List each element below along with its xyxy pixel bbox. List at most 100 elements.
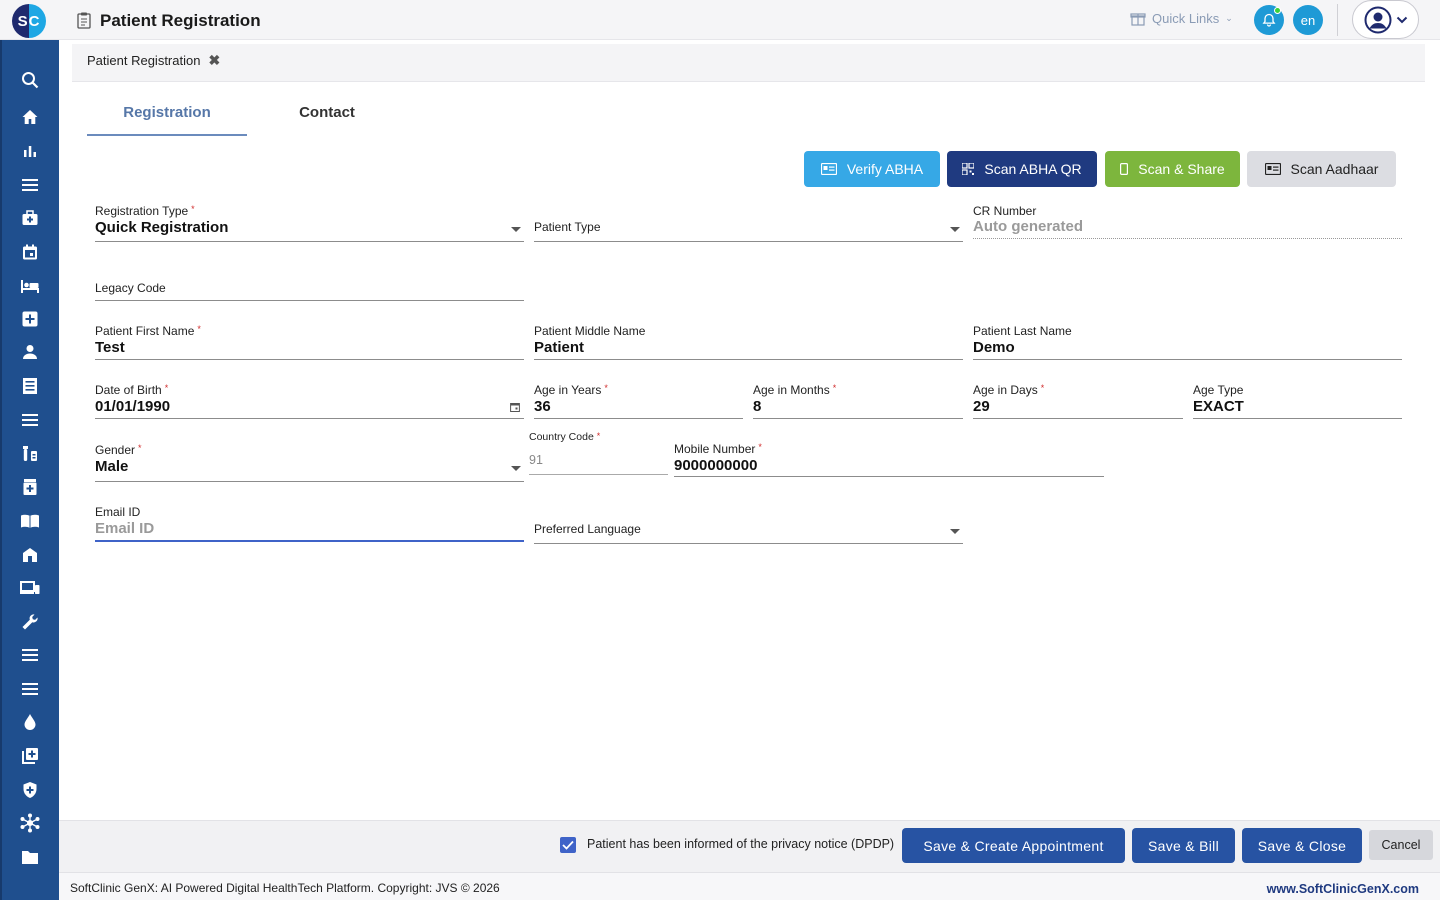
age-years-label: Age in Years bbox=[534, 383, 602, 397]
email-label: Email ID bbox=[95, 505, 141, 519]
mobile-number-label: Mobile Number bbox=[674, 442, 756, 456]
age-type-value: EXACT bbox=[1193, 398, 1244, 415]
cancel-button[interactable]: Cancel bbox=[1369, 830, 1433, 860]
gender-label: Gender bbox=[95, 443, 136, 457]
last-name-input[interactable]: Patient Last Name Demo bbox=[973, 323, 1402, 360]
cr-number-field: CR Number Auto generated bbox=[973, 203, 1402, 239]
app-header: SC Patient Registration Quick Links ⌄ en bbox=[0, 0, 1440, 40]
qr-code-icon bbox=[962, 163, 975, 175]
save-bill-button[interactable]: Save & Bill bbox=[1132, 828, 1235, 863]
id-card-icon bbox=[820, 163, 837, 175]
folder-icon[interactable] bbox=[20, 847, 40, 867]
menu-list-icon[interactable] bbox=[20, 175, 40, 195]
patient-type-label: Patient Type bbox=[534, 220, 601, 234]
menu-list-icon[interactable] bbox=[20, 410, 40, 430]
scan-share-button[interactable]: Scan & Share bbox=[1105, 151, 1240, 187]
home-icon[interactable] bbox=[20, 107, 40, 127]
registration-type-value: Quick Registration bbox=[95, 219, 229, 236]
devices-icon[interactable] bbox=[20, 578, 40, 598]
calendar-icon[interactable] bbox=[510, 402, 520, 412]
age-years-input[interactable]: Age in Years * 36 bbox=[534, 382, 743, 419]
scan-aadhaar-button[interactable]: Scan Aadhaar bbox=[1247, 151, 1396, 187]
dropdown-arrow-icon bbox=[511, 466, 521, 471]
tab-registration[interactable]: Registration bbox=[87, 104, 247, 121]
dpdp-label: Patient has been informed of the privacy… bbox=[587, 837, 895, 851]
sidebar-nav bbox=[0, 40, 59, 900]
country-code-label: Country Code bbox=[529, 431, 594, 443]
dpdp-checkbox[interactable] bbox=[560, 837, 576, 853]
age-months-label: Age in Months bbox=[753, 383, 830, 397]
verify-abha-button[interactable]: Verify ABHA bbox=[804, 151, 940, 187]
age-days-value: 29 bbox=[973, 398, 990, 415]
dropdown-arrow-icon bbox=[511, 227, 521, 232]
check-icon bbox=[562, 840, 574, 850]
library-add-icon[interactable] bbox=[20, 746, 40, 766]
country-code-input[interactable]: Country Code * 91 bbox=[529, 431, 668, 475]
tab-contact[interactable]: Contact bbox=[247, 104, 407, 121]
legacy-code-input[interactable]: Legacy Code bbox=[95, 278, 524, 301]
dob-input[interactable]: Date of Birth * 01/01/1990 bbox=[95, 382, 524, 419]
person-icon[interactable] bbox=[20, 342, 40, 362]
active-tab-indicator bbox=[87, 134, 247, 136]
medical-kit-icon[interactable] bbox=[20, 208, 40, 228]
age-type-field[interactable]: Age Type EXACT bbox=[1193, 382, 1402, 419]
first-name-input[interactable]: Patient First Name * Test bbox=[95, 323, 524, 360]
save-close-button[interactable]: Save & Close bbox=[1242, 828, 1362, 863]
wrench-icon[interactable] bbox=[20, 612, 40, 632]
user-menu[interactable] bbox=[1352, 0, 1419, 39]
cr-number-placeholder: Auto generated bbox=[973, 218, 1084, 235]
pharmacy-icon[interactable] bbox=[20, 477, 40, 497]
registration-type-label: Registration Type bbox=[95, 204, 189, 218]
first-name-value: Test bbox=[95, 339, 125, 356]
form-action-bar: Patient has been informed of the privacy… bbox=[59, 820, 1440, 872]
breadcrumb-tab[interactable]: Patient Registration ✖ bbox=[87, 52, 220, 69]
age-days-input[interactable]: Age in Days * 29 bbox=[973, 382, 1183, 419]
menu-list-icon[interactable] bbox=[20, 679, 40, 699]
save-create-appointment-button[interactable]: Save & Create Appointment bbox=[902, 828, 1125, 863]
language-button[interactable]: en bbox=[1293, 5, 1323, 35]
registration-type-select[interactable]: Registration Type * Quick Registration bbox=[95, 203, 524, 242]
website-link[interactable]: www.SoftClinicGenX.com bbox=[1267, 882, 1419, 896]
page-title: Patient Registration bbox=[100, 11, 261, 30]
network-hub-icon[interactable] bbox=[20, 813, 40, 833]
close-icon[interactable]: ✖ bbox=[208, 52, 220, 69]
bed-icon[interactable] bbox=[20, 276, 40, 296]
patient-type-select[interactable]: Patient Type bbox=[534, 203, 963, 242]
shield-icon[interactable] bbox=[20, 780, 40, 800]
preferred-language-select[interactable]: Preferred Language bbox=[534, 506, 963, 544]
age-days-label: Age in Days bbox=[973, 383, 1038, 397]
notifications-button[interactable] bbox=[1254, 5, 1284, 35]
gift-icon bbox=[1130, 13, 1146, 26]
email-input[interactable]: Email ID Email ID bbox=[95, 504, 524, 542]
add-box-icon[interactable] bbox=[20, 309, 40, 329]
required-marker: * bbox=[138, 443, 142, 453]
country-code-value: 91 bbox=[529, 453, 543, 467]
menu-list-icon[interactable] bbox=[20, 645, 40, 665]
store-icon[interactable] bbox=[20, 545, 40, 565]
app-logo[interactable]: SC bbox=[12, 4, 46, 38]
calendar-icon[interactable] bbox=[20, 242, 40, 262]
age-months-input[interactable]: Age in Months * 8 bbox=[753, 382, 963, 419]
header-divider bbox=[1337, 4, 1338, 36]
mobile-number-input[interactable]: Mobile Number * 9000000000 bbox=[674, 441, 1104, 477]
blood-drop-icon[interactable] bbox=[20, 712, 40, 732]
scan-abha-qr-button[interactable]: Scan ABHA QR bbox=[947, 151, 1097, 187]
quick-links-menu[interactable]: Quick Links ⌄ bbox=[1130, 10, 1233, 26]
required-marker: * bbox=[1040, 383, 1045, 393]
book-icon[interactable] bbox=[20, 511, 40, 531]
age-years-value: 36 bbox=[534, 398, 551, 415]
bar-chart-icon[interactable] bbox=[20, 141, 40, 161]
copyright-text: SoftClinic GenX: AI Powered Digital Heal… bbox=[70, 881, 500, 895]
cr-number-label: CR Number bbox=[973, 204, 1037, 218]
breadcrumb: Patient Registration ✖ bbox=[72, 44, 1425, 82]
middle-name-input[interactable]: Patient Middle Name Patient bbox=[534, 323, 963, 360]
receipt-icon[interactable] bbox=[20, 376, 40, 396]
bell-icon bbox=[1262, 13, 1276, 27]
search-icon[interactable] bbox=[20, 70, 40, 90]
last-name-value: Demo bbox=[973, 339, 1015, 356]
first-name-label: Patient First Name bbox=[95, 324, 195, 338]
required-marker: * bbox=[197, 324, 201, 334]
chevron-down-icon: ⌄ bbox=[1225, 12, 1233, 23]
gender-select[interactable]: Gender * Male bbox=[95, 442, 524, 482]
lab-vials-icon[interactable] bbox=[20, 444, 40, 464]
